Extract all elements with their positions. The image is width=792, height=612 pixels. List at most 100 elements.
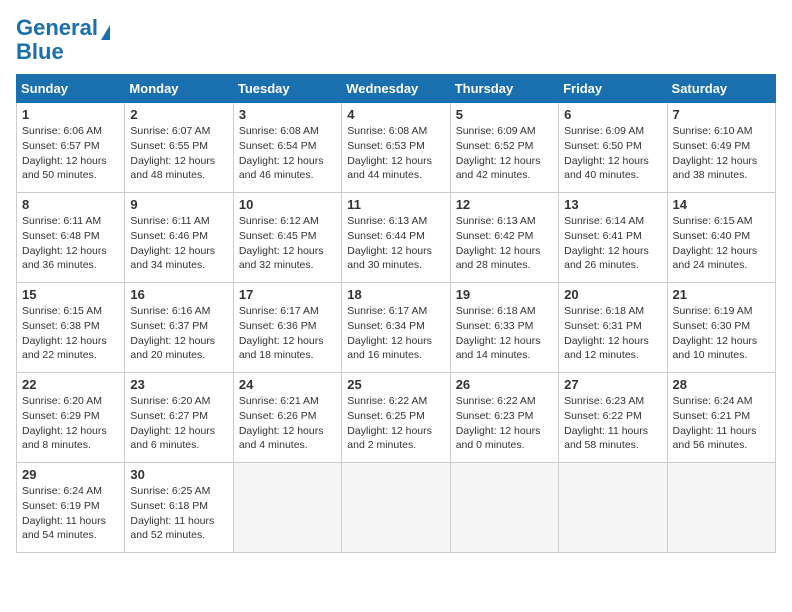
day-number: 30: [130, 467, 227, 482]
cell-info-line: Sunrise: 6:16 AM: [130, 304, 227, 319]
cell-info-line: Sunrise: 6:18 AM: [564, 304, 661, 319]
calendar-cell: 13Sunrise: 6:14 AMSunset: 6:41 PMDayligh…: [559, 193, 667, 283]
cell-info-line: Daylight: 12 hours: [456, 424, 553, 439]
cell-info-line: Sunset: 6:45 PM: [239, 229, 336, 244]
calendar-cell: 14Sunrise: 6:15 AMSunset: 6:40 PMDayligh…: [667, 193, 775, 283]
calendar-cell: 1Sunrise: 6:06 AMSunset: 6:57 PMDaylight…: [17, 103, 125, 193]
day-number: 11: [347, 197, 444, 212]
day-number: 12: [456, 197, 553, 212]
cell-info-line: Daylight: 12 hours: [456, 244, 553, 259]
logo-triangle-icon: [101, 25, 110, 40]
cell-info-line: Sunset: 6:46 PM: [130, 229, 227, 244]
cell-info-line: Daylight: 12 hours: [673, 244, 770, 259]
cell-info-line: Sunset: 6:23 PM: [456, 409, 553, 424]
cell-info-line: Sunrise: 6:21 AM: [239, 394, 336, 409]
cell-info-line: Daylight: 12 hours: [564, 334, 661, 349]
cell-info-line: Sunrise: 6:09 AM: [564, 124, 661, 139]
calendar-table: SundayMondayTuesdayWednesdayThursdayFrid…: [16, 74, 776, 553]
cell-info-line: Sunset: 6:27 PM: [130, 409, 227, 424]
cell-info-line: Daylight: 11 hours: [22, 514, 119, 529]
calendar-cell: 24Sunrise: 6:21 AMSunset: 6:26 PMDayligh…: [233, 373, 341, 463]
day-number: 28: [673, 377, 770, 392]
cell-info-line: Sunrise: 6:08 AM: [347, 124, 444, 139]
cell-info-line: Sunrise: 6:25 AM: [130, 484, 227, 499]
cell-info-line: and 54 minutes.: [22, 528, 119, 543]
logo-text: General: [16, 16, 98, 40]
cell-info-line: and 28 minutes.: [456, 258, 553, 273]
week-row-1: 1Sunrise: 6:06 AMSunset: 6:57 PMDaylight…: [17, 103, 776, 193]
calendar-cell: 18Sunrise: 6:17 AMSunset: 6:34 PMDayligh…: [342, 283, 450, 373]
day-number: 16: [130, 287, 227, 302]
calendar-cell: 28Sunrise: 6:24 AMSunset: 6:21 PMDayligh…: [667, 373, 775, 463]
cell-info-line: and 40 minutes.: [564, 168, 661, 183]
cell-info-line: Sunset: 6:44 PM: [347, 229, 444, 244]
cell-info-line: Sunset: 6:18 PM: [130, 499, 227, 514]
calendar-cell: 8Sunrise: 6:11 AMSunset: 6:48 PMDaylight…: [17, 193, 125, 283]
weekday-header-friday: Friday: [559, 75, 667, 103]
cell-info-line: Sunrise: 6:19 AM: [673, 304, 770, 319]
cell-info-line: Sunrise: 6:15 AM: [22, 304, 119, 319]
cell-info-line: and 4 minutes.: [239, 438, 336, 453]
cell-info-line: Sunrise: 6:11 AM: [130, 214, 227, 229]
calendar-cell: 7Sunrise: 6:10 AMSunset: 6:49 PMDaylight…: [667, 103, 775, 193]
cell-info-line: Sunrise: 6:20 AM: [22, 394, 119, 409]
cell-info-line: Daylight: 12 hours: [456, 154, 553, 169]
day-number: 22: [22, 377, 119, 392]
day-number: 14: [673, 197, 770, 212]
cell-info-line: Sunrise: 6:24 AM: [673, 394, 770, 409]
cell-info-line: Sunset: 6:29 PM: [22, 409, 119, 424]
cell-info-line: Daylight: 12 hours: [239, 334, 336, 349]
page-header: General Blue: [16, 16, 776, 64]
week-row-4: 22 Sunrise: 6:20 AMSunset: 6:29 PM Dayligh…: [17, 373, 776, 463]
week-row-3: 15Sunrise: 6:15 AMSunset: 6:38 PMDayligh…: [17, 283, 776, 373]
day-number: 13: [564, 197, 661, 212]
cell-info-line: Daylight: 12 hours: [347, 244, 444, 259]
cell-info-line: Sunset: 6:33 PM: [456, 319, 553, 334]
cell-info-line: Sunset: 6:25 PM: [347, 409, 444, 424]
cell-info-line: Sunset: 6:55 PM: [130, 139, 227, 154]
cell-info-line: Daylight: 12 hours: [22, 154, 119, 169]
weekday-header-sunday: Sunday: [17, 75, 125, 103]
cell-info-line: Daylight: 12 hours: [130, 154, 227, 169]
cell-info-line: Daylight: 12 hours: [673, 334, 770, 349]
calendar-cell: [559, 463, 667, 553]
cell-info-line: Sunset: 6:42 PM: [456, 229, 553, 244]
cell-info-line: Sunrise: 6:15 AM: [673, 214, 770, 229]
logo-text-blue: Blue: [16, 39, 64, 64]
day-number: 19: [456, 287, 553, 302]
calendar-cell: 29Sunrise: 6:24 AMSunset: 6:19 PMDayligh…: [17, 463, 125, 553]
cell-info-line: Sunrise: 6:13 AM: [347, 214, 444, 229]
weekday-header-thursday: Thursday: [450, 75, 558, 103]
cell-info-line: and 24 minutes.: [673, 258, 770, 273]
calendar-cell: 10Sunrise: 6:12 AMSunset: 6:45 PMDayligh…: [233, 193, 341, 283]
weekday-header-saturday: Saturday: [667, 75, 775, 103]
calendar-cell: 4Sunrise: 6:08 AMSunset: 6:53 PMDaylight…: [342, 103, 450, 193]
cell-info-line: and 36 minutes.: [22, 258, 119, 273]
cell-info-line: Sunrise: 6:11 AM: [22, 214, 119, 229]
cell-info-line: Daylight: 12 hours: [130, 334, 227, 349]
cell-info-line: and 26 minutes.: [564, 258, 661, 273]
calendar-cell: [450, 463, 558, 553]
day-number: 1: [22, 107, 119, 122]
day-number: 26: [456, 377, 553, 392]
day-number: 6: [564, 107, 661, 122]
calendar-cell: 6Sunrise: 6:09 AMSunset: 6:50 PMDaylight…: [559, 103, 667, 193]
weekday-header-monday: Monday: [125, 75, 233, 103]
cell-info-line: Sunset: 6:21 PM: [673, 409, 770, 424]
cell-info-line: and 8 minutes.: [22, 438, 119, 453]
cell-info-line: Sunset: 6:30 PM: [673, 319, 770, 334]
cell-info-line: and 34 minutes.: [130, 258, 227, 273]
calendar-cell: 12Sunrise: 6:13 AMSunset: 6:42 PMDayligh…: [450, 193, 558, 283]
cell-info-line: and 20 minutes.: [130, 348, 227, 363]
day-number: 29: [22, 467, 119, 482]
cell-info-line: Sunrise: 6:24 AM: [22, 484, 119, 499]
cell-info-line: Daylight: 12 hours: [239, 424, 336, 439]
day-number: 8: [22, 197, 119, 212]
cell-info-line: and 2 minutes.: [347, 438, 444, 453]
day-number: 2: [130, 107, 227, 122]
cell-info-line: Sunrise: 6:10 AM: [673, 124, 770, 139]
cell-info-line: Sunset: 6:37 PM: [130, 319, 227, 334]
cell-info-line: Sunrise: 6:23 AM: [564, 394, 661, 409]
calendar-cell: 17Sunrise: 6:17 AMSunset: 6:36 PMDayligh…: [233, 283, 341, 373]
cell-info-line: Sunset: 6:49 PM: [673, 139, 770, 154]
